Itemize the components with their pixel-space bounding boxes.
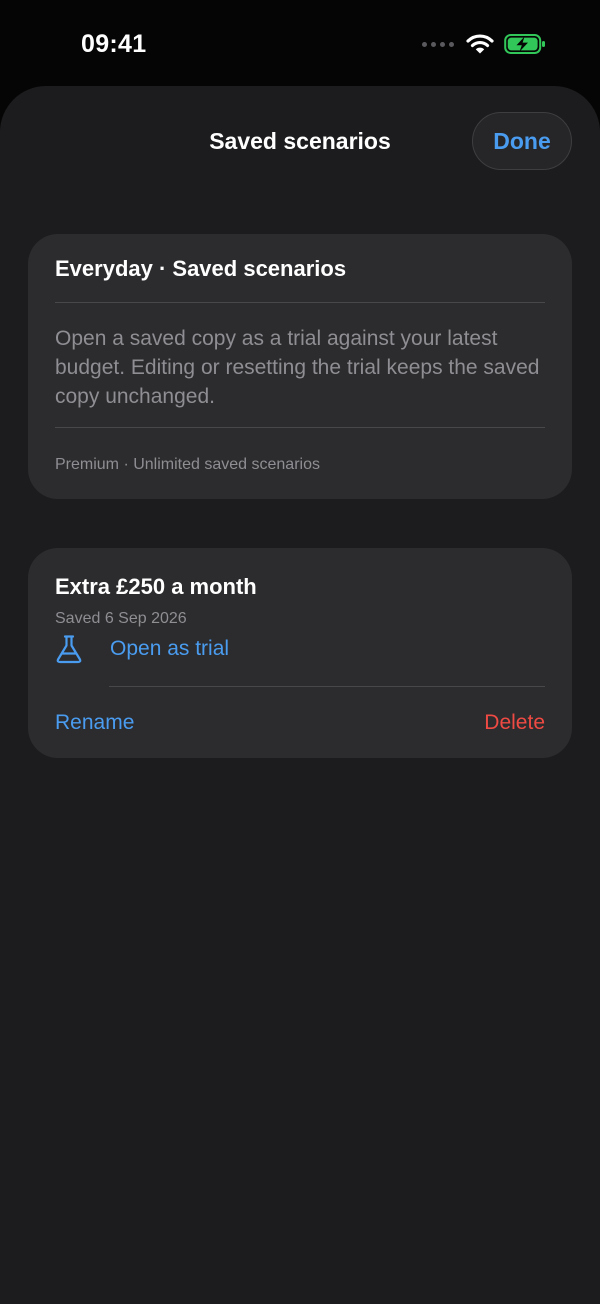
scenario-name: Extra £250 a month (55, 574, 257, 599)
info-card: Everyday · Saved scenarios Open a saved … (28, 234, 572, 499)
saved-scenarios-sheet: Saved scenarios Done Everyday · Saved sc… (0, 86, 600, 1304)
divider (55, 427, 545, 428)
wifi-icon (466, 34, 494, 54)
divider (55, 302, 545, 303)
scenario-saved-date: Saved 6 Sep 2026 (55, 610, 187, 627)
status-time: 09:41 (81, 30, 147, 58)
scenario-card: Extra £250 a month Saved 6 Sep 2026 Open… (28, 548, 572, 758)
delete-button[interactable]: Delete (484, 711, 545, 735)
info-card-body: Open a saved copy as a trial against you… (55, 327, 540, 408)
screen: 09:41 Saved scenarios Done Everyday · Sa… (0, 0, 600, 1304)
info-card-footer: Premium · Unlimited saved scenarios (55, 456, 320, 473)
battery-charging-icon (504, 34, 545, 54)
open-as-trial-button[interactable]: Open as trial (55, 634, 229, 664)
flask-icon (56, 635, 82, 664)
divider (109, 686, 545, 687)
info-card-title: Everyday · Saved scenarios (55, 256, 347, 281)
rename-button[interactable]: Rename (55, 711, 134, 735)
status-bar: 09:41 (0, 0, 600, 86)
status-icons (422, 32, 546, 56)
open-as-trial-label: Open as trial (110, 637, 230, 660)
done-button[interactable]: Done (472, 112, 572, 170)
cellular-signal-icon (422, 41, 454, 47)
